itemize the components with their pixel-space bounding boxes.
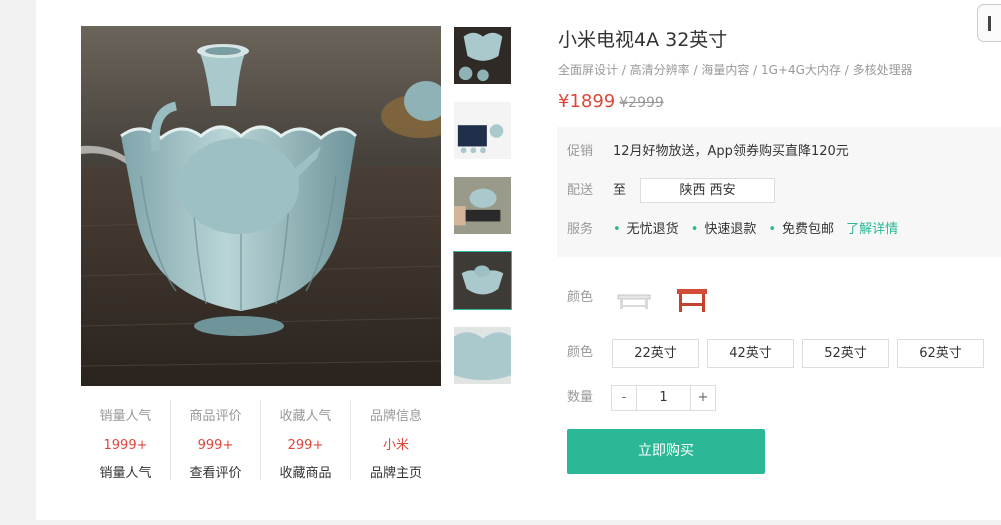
- product-main-image: [81, 26, 441, 386]
- service-details-link[interactable]: 了解详情: [846, 222, 898, 237]
- dot-icon: •: [768, 222, 777, 237]
- stat-value: 1999+: [103, 438, 148, 453]
- service-item: • 快速退款: [690, 222, 757, 237]
- stat-title: 品牌信息: [369, 409, 422, 424]
- service-item: • 无忧退货: [613, 222, 679, 237]
- shipping-to: 至: [613, 183, 627, 198]
- shipping-label: 配送: [567, 183, 594, 198]
- stat-link[interactable]: 查看评价: [171, 465, 260, 483]
- thumbnail-4[interactable]: [453, 251, 512, 310]
- location-selector[interactable]: 陕西 西安: [640, 178, 776, 203]
- promo-text: 12月好物放送，App领券购买直降120元: [613, 144, 849, 159]
- buy-now-button[interactable]: 立即购买: [567, 429, 765, 474]
- stat-value: 999+: [197, 438, 234, 453]
- quantity-stepper: - 1 +: [611, 385, 716, 411]
- size-option-22[interactable]: 22英寸: [612, 339, 699, 368]
- price-block: ¥1899 ¥2999: [558, 89, 664, 116]
- dot-icon: •: [613, 222, 621, 237]
- thumbnail-2[interactable]: [453, 101, 512, 160]
- size-option-42[interactable]: 42英寸: [707, 339, 794, 368]
- original-price: ¥2999: [619, 95, 664, 111]
- size-option-52[interactable]: 52英寸: [802, 339, 889, 368]
- thumbnail-5[interactable]: [453, 326, 512, 385]
- red-table-icon[interactable]: [672, 283, 712, 317]
- increment-button[interactable]: +: [691, 386, 715, 410]
- stat-title: 销量人气: [99, 409, 152, 424]
- size-option-62[interactable]: 62英寸: [897, 339, 984, 368]
- current-price: ¥1899: [558, 91, 616, 112]
- thumbnail-list: [453, 26, 512, 401]
- color-label: 颜色: [567, 290, 594, 305]
- stat-link[interactable]: 销量人气: [81, 465, 170, 483]
- quantity-label: 数量: [567, 390, 594, 405]
- quantity-input[interactable]: 1: [636, 386, 691, 410]
- stat-value: 小米: [382, 438, 409, 453]
- decrement-button[interactable]: -: [612, 386, 636, 410]
- shipping-row: 配送 至陕西 西安: [567, 178, 776, 203]
- stat-reviews: 商品评价 999+ 查看评价: [171, 400, 261, 483]
- side-panel-toggle[interactable]: [977, 4, 1001, 42]
- stat-link[interactable]: 收藏商品: [261, 465, 350, 483]
- promo-row: 促销 12月好物放送，App领券购买直降120元: [567, 142, 849, 162]
- white-bench-icon[interactable]: [614, 283, 654, 317]
- service-item: • 免费包邮: [768, 222, 835, 237]
- stat-value: 299+: [287, 438, 324, 453]
- product-stats: 销量人气 1999+ 销量人气 商品评价 999+ 查看评价 收藏人气 299+…: [81, 400, 441, 490]
- stat-link[interactable]: 品牌主页: [351, 465, 441, 483]
- stat-title: 商品评价: [189, 409, 242, 424]
- thumbnail-1[interactable]: [453, 26, 512, 85]
- size-label: 颜色: [567, 345, 594, 360]
- service-row: 服务 • 无忧退货 • 快速退款 • 免费包邮 了解详情: [567, 220, 898, 240]
- dot-icon: •: [690, 222, 699, 237]
- handle-icon: [988, 16, 991, 31]
- product-subtitle: 全面屏设计 / 高清分辨率 / 海量内容 / 1G+4G大内存 / 多核处理器: [558, 63, 913, 77]
- service-label: 服务: [567, 222, 594, 237]
- stat-favorites: 收藏人气 299+ 收藏商品: [261, 400, 351, 483]
- stat-sales: 销量人气 1999+ 销量人气: [81, 400, 171, 483]
- product-title: 小米电视4A 32英寸: [558, 29, 728, 51]
- promo-panel: 促销 12月好物放送，App领券购买直降120元 配送 至陕西 西安 服务 • 无忧退货…: [557, 127, 1001, 257]
- thumbnail-3[interactable]: [453, 176, 512, 235]
- stat-brand: 品牌信息 小米 品牌主页: [351, 400, 441, 483]
- promo-label: 促销: [567, 144, 594, 159]
- stat-title: 收藏人气: [279, 409, 332, 424]
